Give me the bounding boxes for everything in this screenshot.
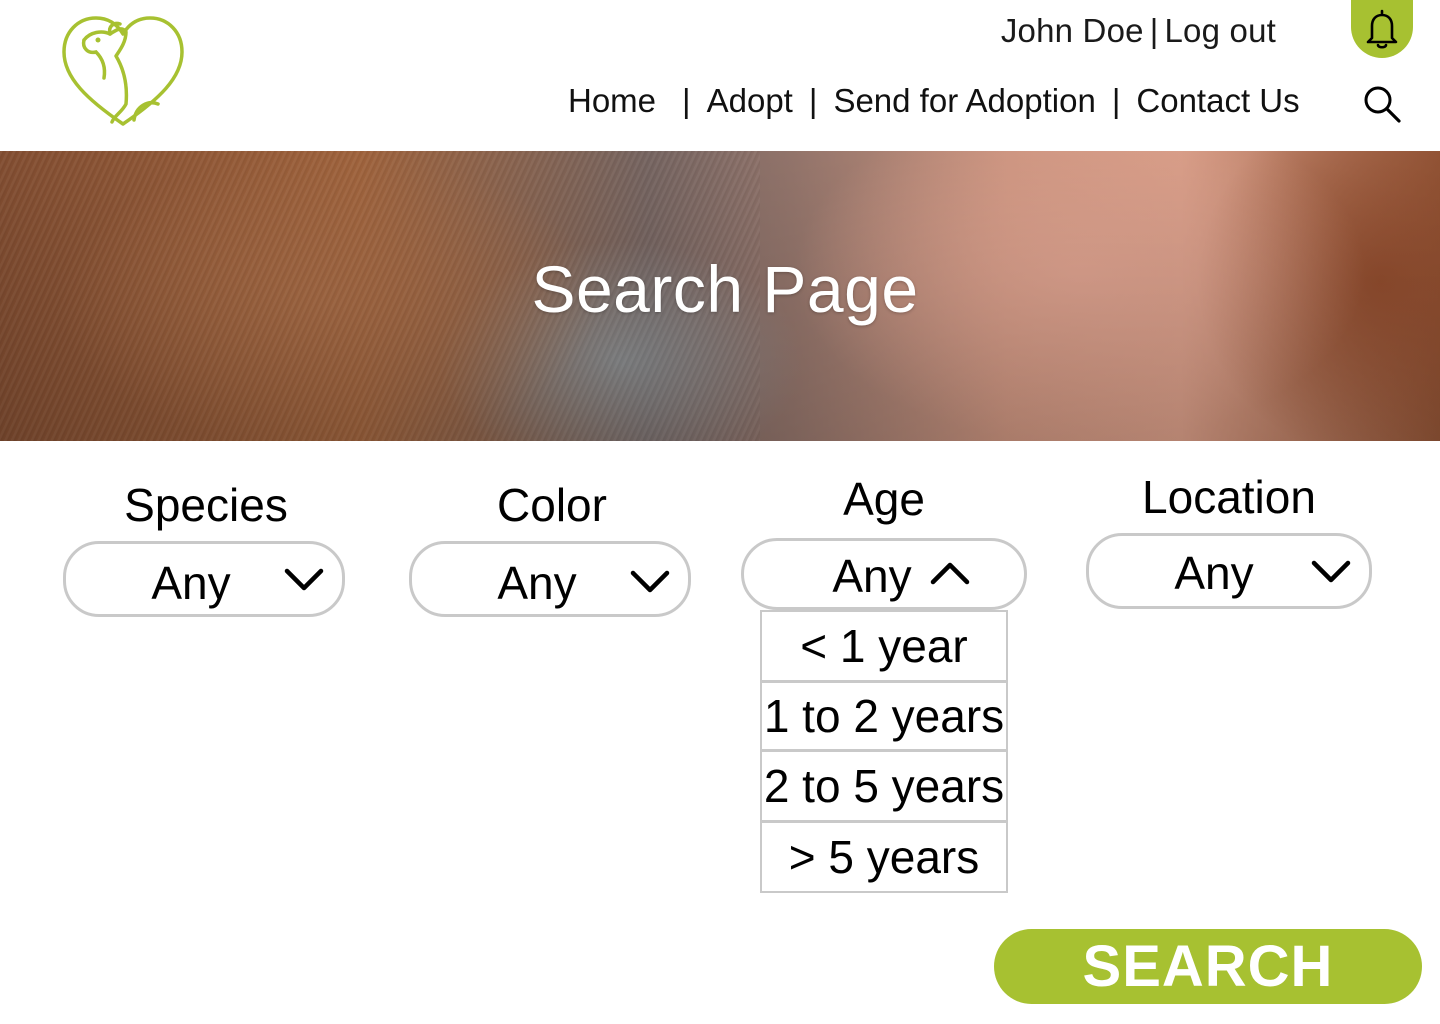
notifications-button[interactable] [1351, 0, 1413, 58]
nav-send-for-adoption[interactable]: Send for Adoption [833, 82, 1095, 120]
dog-cat-heart-logo-icon [62, 16, 184, 126]
age-options-list: < 1 year 1 to 2 years 2 to 5 years > 5 y… [760, 610, 1008, 893]
search-submit-button[interactable]: SEARCH [994, 929, 1422, 1004]
hero-banner: Search Page [0, 151, 1440, 441]
main-navigation: Home | Adopt | Send for Adoption | Conta… [568, 82, 1300, 120]
species-selected-value: Any [151, 557, 231, 609]
species-label: Species [124, 479, 288, 531]
user-separator: | [1149, 12, 1159, 49]
location-label: Location [1142, 471, 1316, 523]
search-icon [1364, 86, 1401, 123]
chevron-down-icon [1311, 560, 1351, 583]
age-option-under-1-year[interactable]: < 1 year [762, 612, 1006, 683]
search-button[interactable] [1362, 84, 1402, 124]
bell-icon [1366, 9, 1398, 49]
nav-contact-us[interactable]: Contact Us [1136, 82, 1299, 120]
nav-separator: | [682, 82, 691, 119]
user-name[interactable]: John Doe [1001, 12, 1144, 50]
nav-separator: | [1111, 82, 1121, 119]
chevron-down-icon [630, 570, 670, 593]
color-select[interactable]: Any [409, 541, 691, 617]
age-option-1-to-2-years[interactable]: 1 to 2 years [762, 683, 1006, 752]
chevron-down-icon [284, 568, 324, 591]
age-option-2-to-5-years[interactable]: 2 to 5 years [762, 752, 1006, 823]
user-account-bar: John Doe | Log out [1001, 12, 1276, 50]
age-option-over-5-years[interactable]: > 5 years [762, 823, 1006, 891]
chevron-up-icon [930, 562, 970, 585]
nav-separator: | [808, 82, 818, 119]
species-select[interactable]: Any [63, 541, 345, 617]
color-selected-value: Any [497, 557, 577, 609]
location-select[interactable]: Any [1086, 533, 1372, 609]
color-label: Color [497, 479, 607, 531]
site-logo[interactable] [58, 12, 188, 130]
logout-link[interactable]: Log out [1164, 12, 1276, 50]
age-label: Age [843, 473, 925, 525]
age-select[interactable]: Any [741, 538, 1027, 610]
location-selected-value: Any [1174, 547, 1254, 599]
page-title: Search Page [531, 252, 919, 326]
nav-home[interactable]: Home [568, 82, 656, 120]
nav-adopt[interactable]: Adopt [707, 82, 793, 120]
